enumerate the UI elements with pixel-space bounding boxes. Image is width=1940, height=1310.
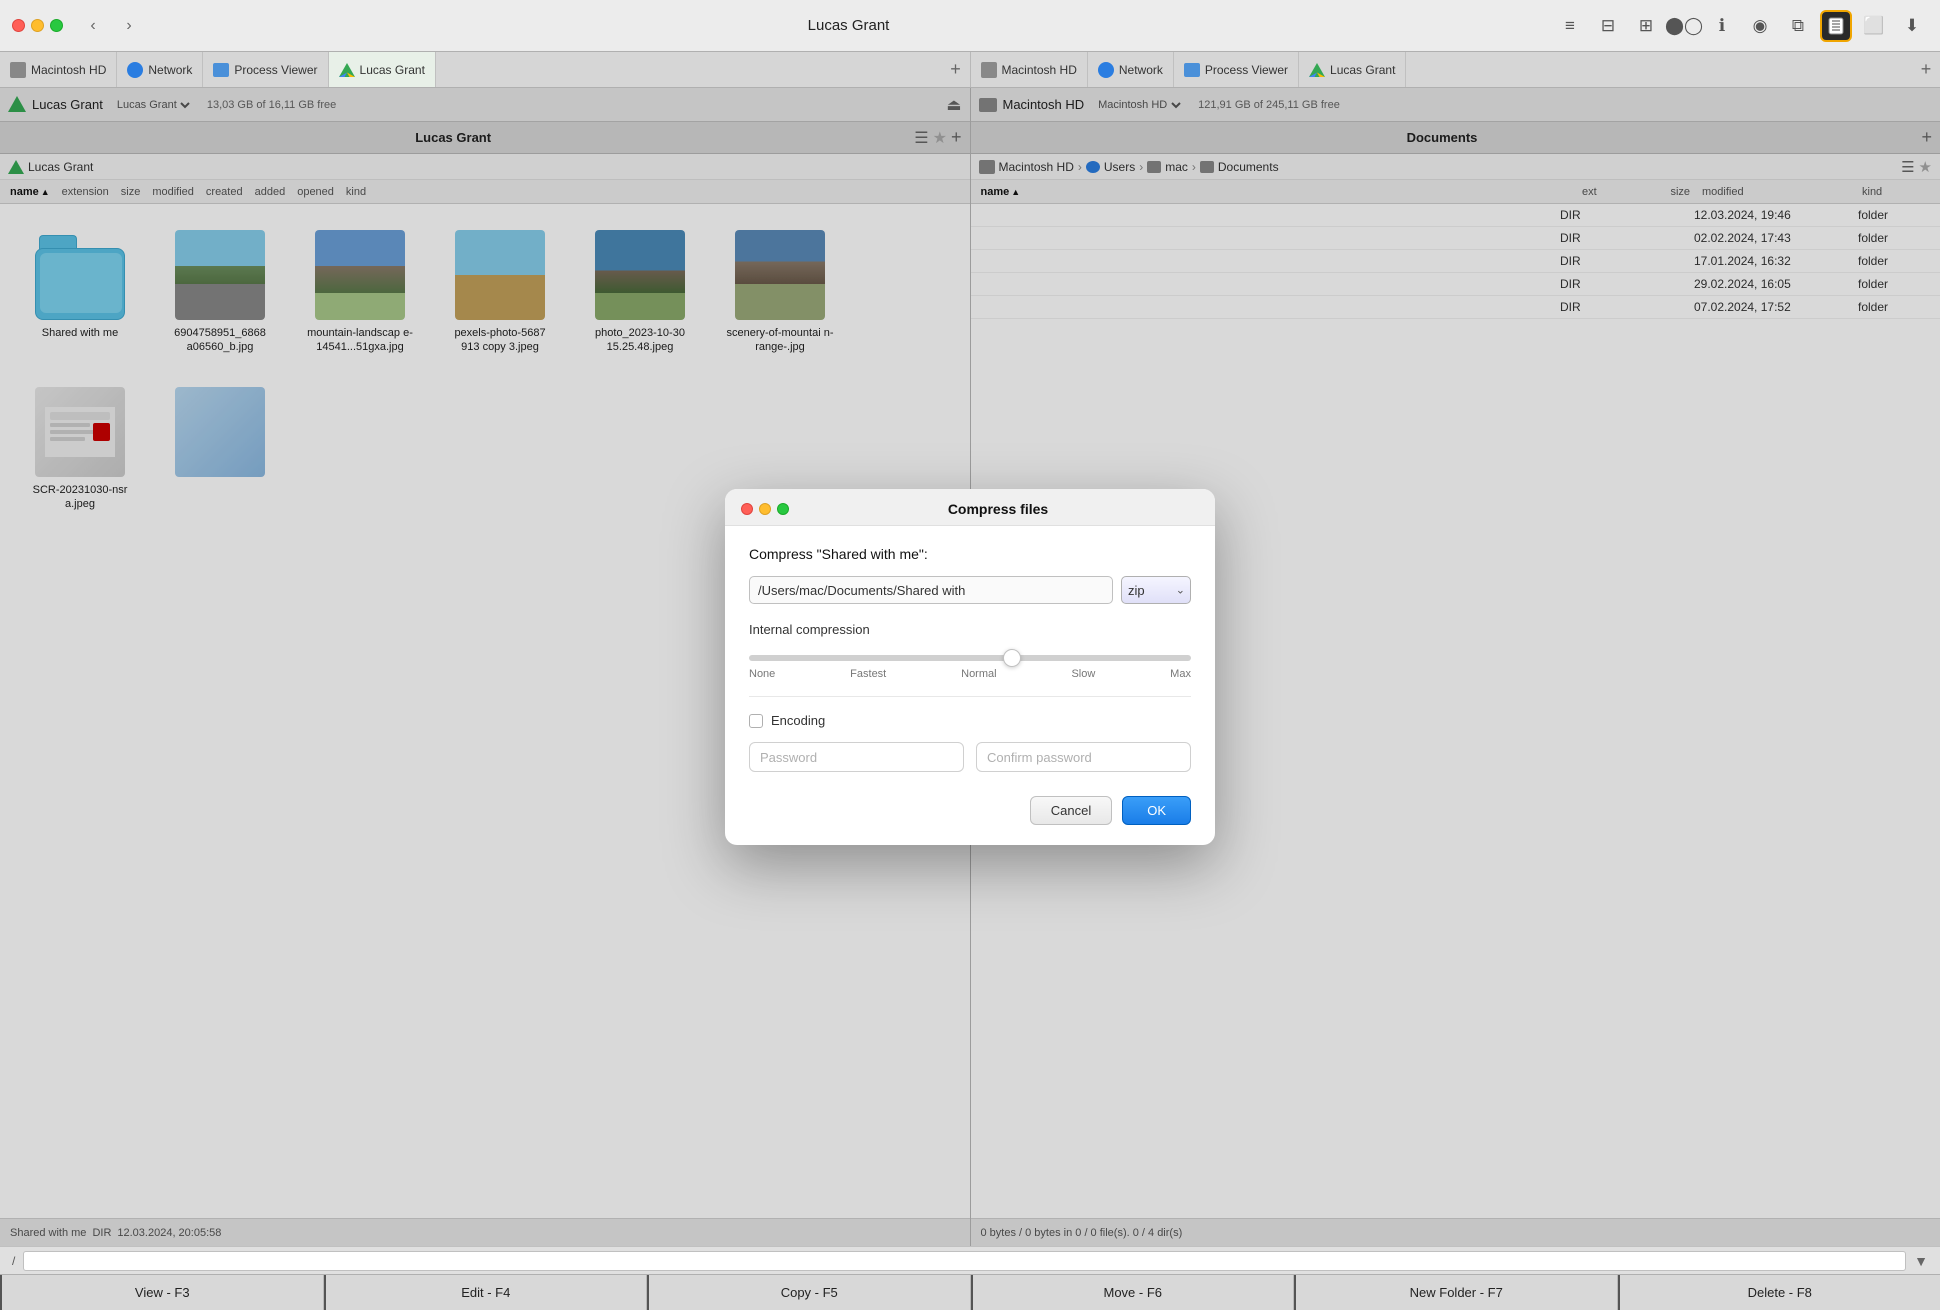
tab-right-process-viewer[interactable]: Process Viewer bbox=[1174, 52, 1299, 87]
encoding-checkbox[interactable] bbox=[749, 714, 763, 728]
menu-icon-button[interactable]: ≡ bbox=[1554, 10, 1586, 42]
dialog-title: Compress files bbox=[797, 501, 1199, 517]
hd-icon-right bbox=[981, 62, 997, 78]
path-input[interactable] bbox=[23, 1251, 1906, 1271]
gdrive-icon-right bbox=[1309, 63, 1325, 77]
dialog-path-row: zip tar tar.gz tar.bz2 bbox=[749, 576, 1191, 604]
dialog-maximize-button[interactable] bbox=[777, 503, 789, 515]
add-left-tab-button[interactable]: + bbox=[942, 52, 970, 87]
dialog-close-button[interactable] bbox=[741, 503, 753, 515]
compression-normal: Normal bbox=[961, 668, 996, 680]
confirm-password-input[interactable] bbox=[976, 742, 1191, 772]
compress-dialog: Compress files Compress "Shared with me"… bbox=[725, 489, 1215, 845]
tab-right-network[interactable]: Network bbox=[1088, 52, 1174, 87]
compression-slow: Slow bbox=[1071, 668, 1095, 680]
search-button[interactable]: ⧉ bbox=[1782, 10, 1814, 42]
title-bar: ‹ › Lucas Grant ≡ ⊟ ⊞ ⬤◯ ℹ ◉ ⧉ ⬜ ⬇ bbox=[0, 0, 1940, 52]
process-icon bbox=[213, 63, 229, 77]
compression-fastest: Fastest bbox=[850, 668, 886, 680]
traffic-lights bbox=[12, 19, 63, 32]
dialog-traffic-lights bbox=[741, 503, 789, 515]
copy-button[interactable]: Copy - F5 bbox=[647, 1275, 971, 1310]
maximize-button[interactable] bbox=[50, 19, 63, 32]
delete-button[interactable]: Delete - F8 bbox=[1618, 1275, 1940, 1310]
gdrive-icon bbox=[339, 63, 355, 77]
tab-right-lucas-grant[interactable]: Lucas Grant bbox=[1299, 52, 1406, 87]
tab-left-lucas-grant[interactable]: Lucas Grant bbox=[329, 52, 436, 87]
right-tab-pane: Macintosh HD Network Process Viewer Luca… bbox=[971, 52, 1940, 87]
toolbar-icons: ≡ ⊟ ⊞ ⬤◯ ℹ ◉ ⧉ ⬜ ⬇ bbox=[1554, 10, 1928, 42]
path-bar: / ▼ bbox=[0, 1246, 1940, 1274]
edit-button[interactable]: Edit - F4 bbox=[324, 1275, 648, 1310]
finder-button[interactable]: ⬜ bbox=[1858, 10, 1890, 42]
main-window: ‹ › Lucas Grant ≡ ⊟ ⊞ ⬤◯ ℹ ◉ ⧉ ⬜ ⬇ bbox=[0, 0, 1940, 1310]
tab-left-process-viewer[interactable]: Process Viewer bbox=[203, 52, 328, 87]
compress-button[interactable] bbox=[1820, 10, 1852, 42]
download-button[interactable]: ⬇ bbox=[1896, 10, 1928, 42]
encoding-row: Encoding bbox=[749, 713, 1191, 728]
grid-view-button[interactable]: ⊞ bbox=[1630, 10, 1662, 42]
password-input[interactable] bbox=[749, 742, 964, 772]
window-title: Lucas Grant bbox=[151, 17, 1546, 34]
dialog-divider bbox=[749, 696, 1191, 697]
dialog-titlebar: Compress files bbox=[725, 489, 1215, 526]
close-button[interactable] bbox=[12, 19, 25, 32]
tab-left-macintosh-hd[interactable]: Macintosh HD bbox=[0, 52, 117, 87]
main-panels: Lucas Grant Lucas Grant 13,03 GB of 16,1… bbox=[0, 88, 1940, 1246]
dialog-body: Compress "Shared with me": zip tar tar.g… bbox=[725, 526, 1215, 845]
dialog-buttons: Cancel OK bbox=[749, 792, 1191, 825]
cancel-button[interactable]: Cancel bbox=[1030, 796, 1112, 825]
toggle-button[interactable]: ⬤◯ bbox=[1668, 10, 1700, 42]
compression-max: Max bbox=[1170, 668, 1191, 680]
dialog-path-input[interactable] bbox=[749, 576, 1113, 604]
preview-button[interactable]: ◉ bbox=[1744, 10, 1776, 42]
process-icon-right bbox=[1184, 63, 1200, 77]
list-view-button[interactable]: ⊟ bbox=[1592, 10, 1624, 42]
dialog-minimize-button[interactable] bbox=[759, 503, 771, 515]
view-button[interactable]: View - F3 bbox=[0, 1275, 324, 1310]
add-right-tab-button[interactable]: + bbox=[1912, 52, 1940, 87]
minimize-button[interactable] bbox=[31, 19, 44, 32]
new-folder-button[interactable]: New Folder - F7 bbox=[1294, 1275, 1618, 1310]
forward-button[interactable]: › bbox=[115, 12, 143, 40]
ok-button[interactable]: OK bbox=[1122, 796, 1191, 825]
info-button[interactable]: ℹ bbox=[1706, 10, 1738, 42]
back-button[interactable]: ‹ bbox=[79, 12, 107, 40]
left-tab-pane: Macintosh HD Network Process Viewer Luca… bbox=[0, 52, 971, 87]
encoding-label: Encoding bbox=[771, 713, 825, 728]
tab-left-network[interactable]: Network bbox=[117, 52, 203, 87]
compress-target-label: Compress "Shared with me": bbox=[749, 546, 1191, 562]
function-bar: View - F3 Edit - F4 Copy - F5 Move - F6 … bbox=[0, 1274, 1940, 1310]
compress-icon bbox=[1827, 17, 1845, 35]
tab-bar: Macintosh HD Network Process Viewer Luca… bbox=[0, 52, 1940, 88]
compression-label: Internal compression bbox=[749, 622, 1191, 637]
move-button[interactable]: Move - F6 bbox=[971, 1275, 1295, 1310]
hd-icon bbox=[10, 62, 26, 78]
tab-right-macintosh-hd[interactable]: Macintosh HD bbox=[971, 52, 1088, 87]
compression-slider[interactable] bbox=[749, 655, 1191, 661]
compression-slider-container: None Fastest Normal Slow Max bbox=[749, 649, 1191, 680]
format-select[interactable]: zip tar tar.gz tar.bz2 bbox=[1121, 576, 1191, 604]
format-select-wrapper: zip tar tar.gz tar.bz2 bbox=[1121, 576, 1191, 604]
path-dropdown-button[interactable]: ▼ bbox=[1914, 1253, 1928, 1269]
compression-labels: None Fastest Normal Slow Max bbox=[749, 668, 1191, 680]
network-icon bbox=[127, 62, 143, 78]
network-icon-right bbox=[1098, 62, 1114, 78]
dialog-overlay: Compress files Compress "Shared with me"… bbox=[0, 88, 1940, 1246]
password-row bbox=[749, 742, 1191, 772]
panels-area: Lucas Grant Lucas Grant 13,03 GB of 16,1… bbox=[0, 88, 1940, 1310]
path-separator: / bbox=[12, 1254, 15, 1268]
compression-none: None bbox=[749, 668, 775, 680]
